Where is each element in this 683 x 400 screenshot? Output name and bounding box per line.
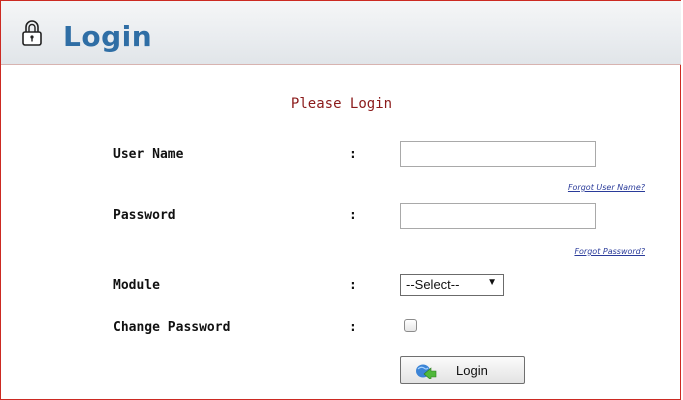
username-input[interactable] xyxy=(400,141,596,167)
lock-icon xyxy=(22,20,42,46)
page-header: Login xyxy=(1,1,681,65)
change-password-colon: : xyxy=(349,320,357,335)
module-select-value: --Select-- xyxy=(406,277,460,292)
username-label: User Name xyxy=(113,147,184,162)
change-password-label: Change Password xyxy=(113,320,231,335)
login-button-label: Login xyxy=(456,363,488,378)
password-colon: : xyxy=(349,208,357,223)
forgot-password-link[interactable]: Forgot Password? xyxy=(574,247,645,256)
password-input[interactable] xyxy=(400,203,596,229)
page-title: Login xyxy=(63,20,153,53)
login-button[interactable]: Login xyxy=(400,356,525,384)
username-colon: : xyxy=(349,147,357,162)
module-label: Module xyxy=(113,278,160,293)
please-login-heading: Please Login xyxy=(290,96,393,112)
password-label: Password xyxy=(113,208,176,223)
forgot-username-link[interactable]: Forgot User Name? xyxy=(568,183,645,192)
change-password-checkbox[interactable] xyxy=(404,319,417,332)
dropdown-arrow-icon: ▼ xyxy=(487,277,497,288)
module-colon: : xyxy=(349,278,357,293)
globe-arrow-icon xyxy=(416,364,437,379)
module-select[interactable]: --Select-- ▼ xyxy=(400,274,504,296)
